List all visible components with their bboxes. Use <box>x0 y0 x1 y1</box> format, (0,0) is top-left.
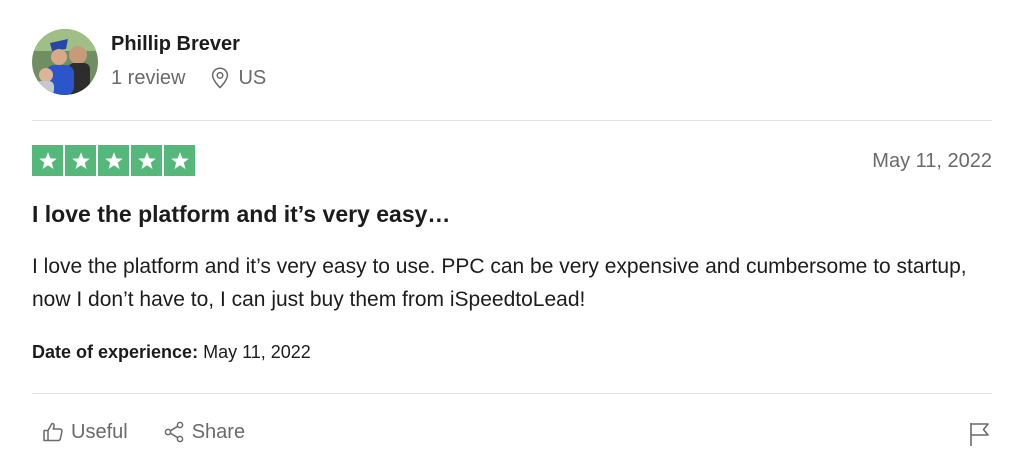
experience-date: May 11, 2022 <box>203 342 311 362</box>
date-of-experience: Date of experience: May 11, 2022 <box>32 342 311 363</box>
reviewer-meta: 1 review US <box>111 65 266 91</box>
share-button[interactable]: Share <box>162 420 245 444</box>
useful-button[interactable]: Useful <box>41 420 128 444</box>
useful-label: Useful <box>71 420 128 443</box>
reviewer-name[interactable]: Phillip Brever <box>111 33 240 56</box>
star-icon <box>32 145 63 176</box>
location-pin-icon <box>212 67 229 89</box>
star-icon <box>65 145 96 176</box>
review-actions: Useful Share <box>41 420 245 444</box>
star-rating <box>32 145 195 176</box>
divider <box>32 120 992 121</box>
share-icon <box>164 421 184 443</box>
star-icon <box>131 145 162 176</box>
share-label: Share <box>191 420 246 443</box>
country-code: US <box>238 66 267 89</box>
flag-icon[interactable] <box>968 421 992 447</box>
review-text: I love the platform and it’s very easy t… <box>32 255 967 311</box>
divider <box>32 393 992 394</box>
avatar[interactable] <box>32 29 98 95</box>
review-card: Phillip Brever 1 review US May 11, 2022 … <box>32 0 992 462</box>
review-count: 1 review <box>111 66 186 89</box>
experience-label: Date of experience: <box>32 342 199 362</box>
star-icon <box>164 145 195 176</box>
review-title[interactable]: I love the platform and it’s very easy… <box>32 201 450 228</box>
review-date: May 11, 2022 <box>872 150 992 172</box>
star-icon <box>98 145 129 176</box>
thumbs-up-icon <box>43 422 63 442</box>
reviewer-location: US <box>211 67 266 90</box>
